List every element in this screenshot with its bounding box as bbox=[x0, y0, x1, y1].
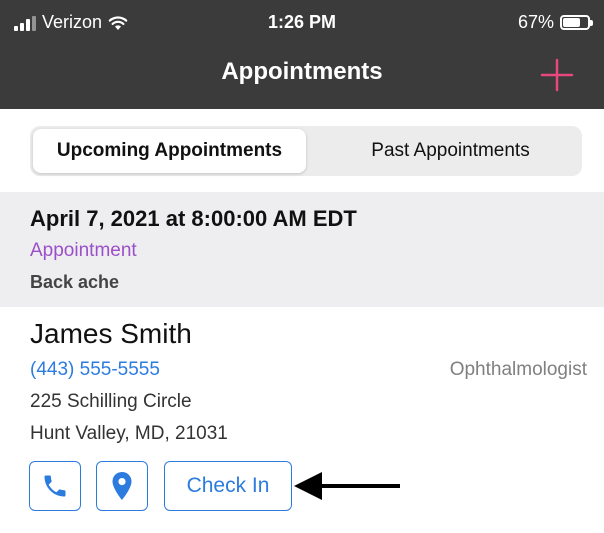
doctor-phone-link[interactable]: (443) 555-5555 bbox=[30, 359, 160, 381]
appointment-reason: Back ache bbox=[30, 272, 120, 292]
location-button[interactable] bbox=[96, 461, 148, 511]
battery-percent: 67% bbox=[517, 12, 554, 32]
status-bar: Verizon 1:26 PM 67% bbox=[0, 0, 604, 46]
navigation-bar: Verizon 1:26 PM 67% Appointments bbox=[0, 0, 604, 109]
doctor-address-line2: Hunt Valley, MD, 21031 bbox=[30, 423, 228, 444]
appointments-segmented-control: Upcoming Appointments Past Appointments bbox=[30, 126, 582, 176]
plus-icon[interactable] bbox=[540, 58, 574, 92]
doctor-specialty: Ophthalmologist bbox=[449, 359, 587, 380]
check-in-button[interactable]: Check In bbox=[164, 461, 292, 511]
appointment-datetime: April 7, 2021 at 8:00:00 AM EDT bbox=[30, 206, 357, 231]
phone-icon bbox=[44, 475, 66, 497]
arrow-left-icon bbox=[294, 472, 400, 500]
appointment-type: Appointment bbox=[30, 240, 137, 261]
battery-icon bbox=[560, 15, 593, 30]
doctor-address-line1: 225 Schilling Circle bbox=[30, 391, 192, 412]
location-pin-icon bbox=[112, 472, 132, 500]
battery-status: 67% bbox=[517, 12, 593, 33]
call-button[interactable] bbox=[29, 461, 81, 511]
page-title: Appointments bbox=[221, 58, 383, 85]
status-time: 1:26 PM bbox=[267, 12, 337, 32]
tab-upcoming-appointments[interactable]: Upcoming Appointments bbox=[33, 129, 306, 173]
tab-past-appointments[interactable]: Past Appointments bbox=[322, 129, 579, 173]
doctor-name: James Smith bbox=[30, 318, 192, 349]
